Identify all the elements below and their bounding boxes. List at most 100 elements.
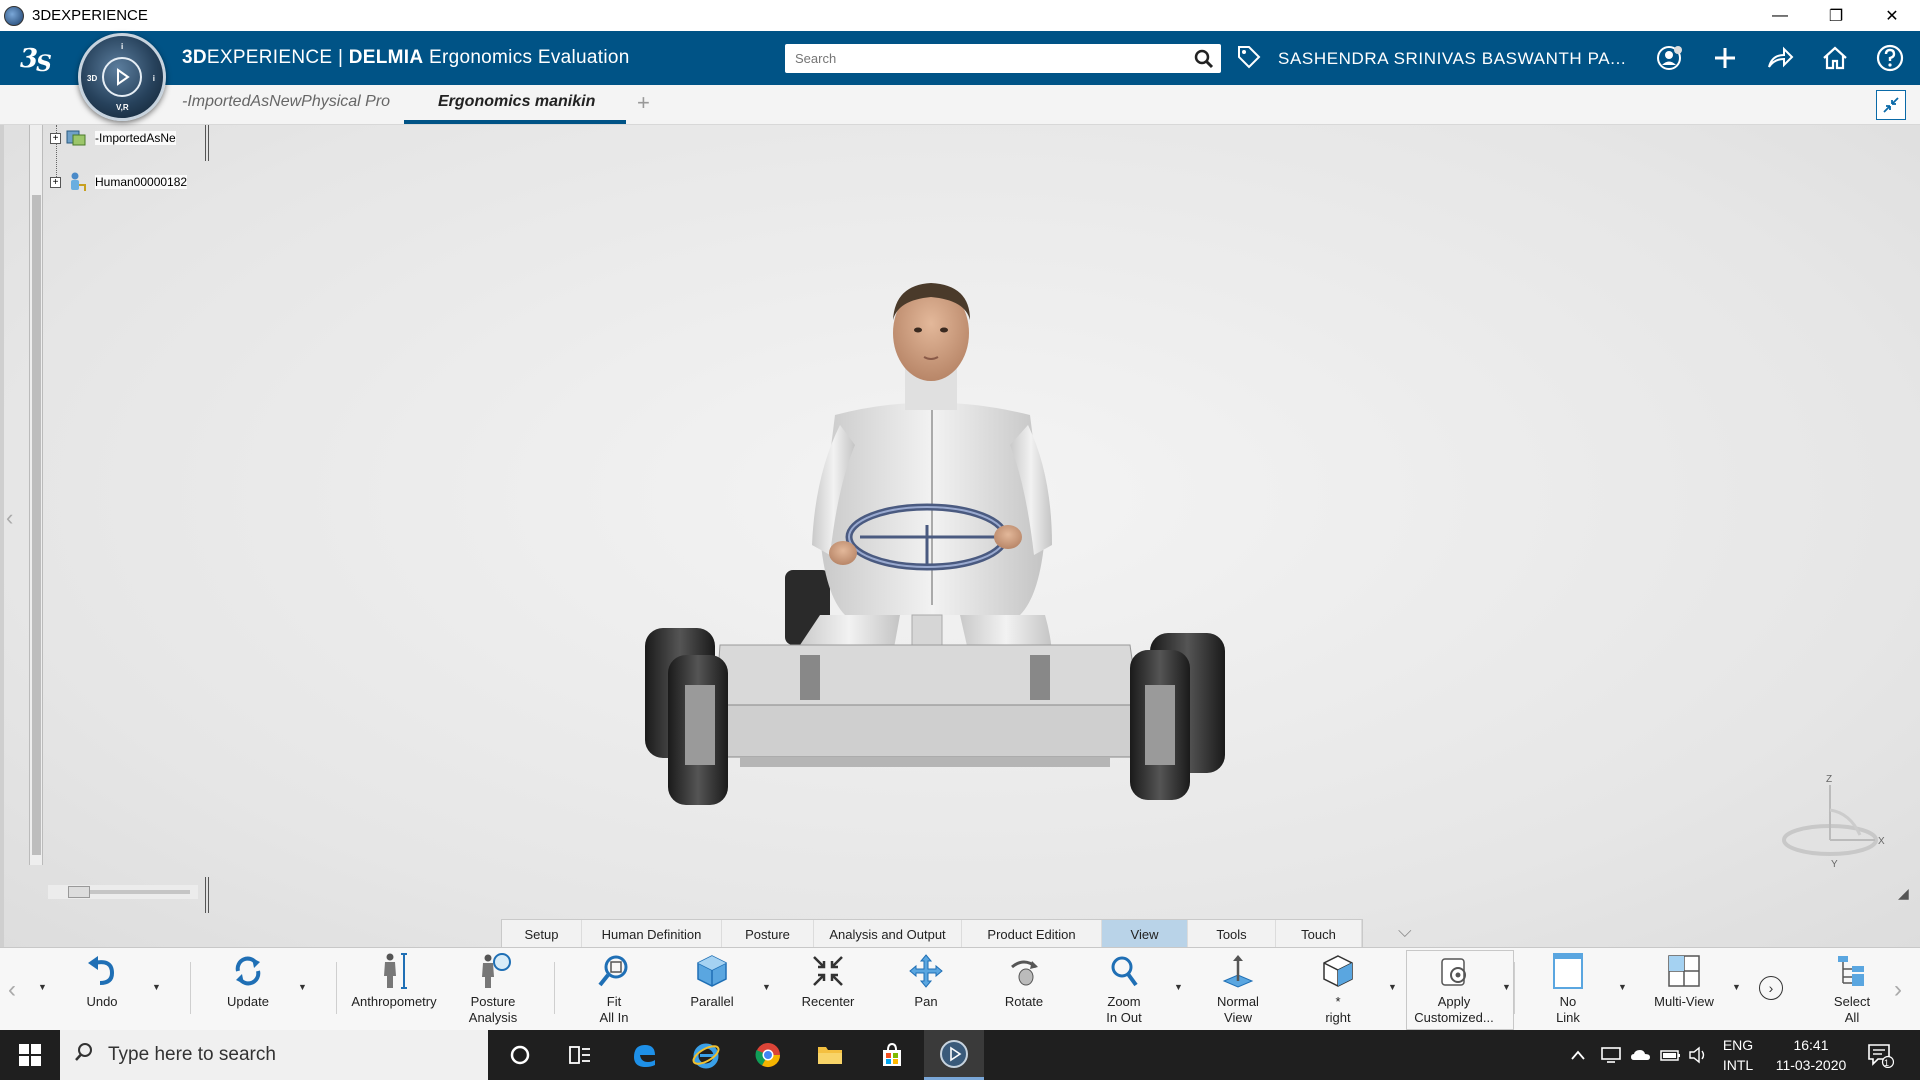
help-icon[interactable]: [1873, 41, 1907, 75]
posture-analysis-button[interactable]: Posture Analysis: [460, 952, 526, 1026]
normal-view-icon: [1222, 955, 1254, 988]
chevron-down-icon[interactable]: ⌵: [1398, 921, 1412, 942]
zoom-in-out-button[interactable]: Zoom In Out: [1094, 952, 1154, 1026]
window-title: 3DEXPERIENCE: [32, 7, 148, 24]
tab-ergonomics-manikin[interactable]: Ergonomics manikin: [438, 93, 595, 111]
section-tab-analysis-output[interactable]: Analysis and Output: [814, 920, 962, 948]
section-tab-setup[interactable]: Setup: [502, 920, 582, 948]
apply-customized-label: Apply Customized...: [1414, 994, 1494, 1025]
chevron-down-icon[interactable]: ▼: [152, 982, 161, 992]
add-tab-icon[interactable]: +: [637, 90, 650, 116]
collapse-icon[interactable]: [1876, 90, 1906, 120]
tray-chevron-up-icon[interactable]: [1570, 1030, 1586, 1080]
tag-icon[interactable]: [1236, 44, 1262, 76]
edge-browser-icon[interactable]: [614, 1030, 674, 1080]
actionbar-scroll-right-icon[interactable]: ›: [1894, 976, 1902, 1004]
restore-button[interactable]: ❐: [1808, 0, 1864, 31]
parallel-button[interactable]: Parallel: [682, 952, 742, 1010]
normal-view-button[interactable]: Normal View: [1208, 952, 1268, 1026]
apply-customized-button[interactable]: Apply Customized...: [1406, 952, 1502, 1026]
language-indicator[interactable]: ENG INTL: [1716, 1035, 1760, 1075]
multi-view-icon: [1668, 955, 1700, 987]
compass-label-bottom: V,R: [116, 103, 129, 112]
window-controls: — ❐ ✕: [1752, 0, 1920, 31]
display-icon[interactable]: [1600, 1030, 1622, 1080]
clock[interactable]: 16:41 11-03-2020: [1766, 1035, 1856, 1075]
resize-grip-icon[interactable]: ◢: [1898, 885, 1909, 902]
section-tab-product-edition[interactable]: Product Edition: [962, 920, 1102, 948]
section-tab-touch[interactable]: Touch: [1276, 920, 1362, 948]
chevron-down-icon[interactable]: ▼: [298, 982, 307, 992]
tab-imported-physical-product[interactable]: -ImportedAsNewPhysical Pro: [182, 93, 390, 111]
actionbar-scroll-left-icon[interactable]: ‹: [8, 976, 16, 1004]
toolbar-separator: [554, 962, 555, 1014]
fit-all-in-icon: [598, 955, 628, 987]
chevron-down-icon[interactable]: ▼: [1502, 982, 1511, 992]
chevron-down-icon[interactable]: ▼: [38, 982, 47, 992]
close-button[interactable]: ✕: [1864, 0, 1920, 31]
anthropometry-button[interactable]: Anthropometry: [346, 952, 442, 1010]
dassault-systemes-logo[interactable]: 3 S: [18, 39, 60, 77]
pan-button[interactable]: Pan: [896, 952, 956, 1010]
section-tab-tools[interactable]: Tools: [1188, 920, 1276, 948]
user-profile-icon[interactable]: [1653, 41, 1687, 75]
rotate-label: Rotate: [1004, 994, 1044, 1009]
svg-text:S: S: [36, 51, 52, 77]
3d-viewport[interactable]: ‹ + -ImportedAsNe + Human00000182 Z X Y …: [0, 125, 1920, 947]
zoom-in-out-label: Zoom In Out: [1106, 994, 1142, 1025]
kart-manikin-model[interactable]: [0, 125, 1920, 947]
right-view-button[interactable]: * right: [1308, 952, 1368, 1026]
fit-all-in-button[interactable]: Fit All In: [584, 952, 644, 1026]
compass-label-right: i: [152, 74, 155, 83]
user-name[interactable]: SASHENDRA SRINIVAS BASWANTH PA...: [1278, 49, 1626, 69]
windows-taskbar: Type here to search ENG INTL 16:41 11-03…: [0, 1030, 1920, 1080]
recenter-button[interactable]: Recenter: [796, 952, 860, 1010]
no-link-label: No Link: [1556, 994, 1580, 1025]
internet-explorer-icon[interactable]: [676, 1030, 736, 1080]
search-icon[interactable]: [1187, 44, 1221, 73]
search-input[interactable]: [785, 44, 1187, 73]
multi-view-button[interactable]: Multi-View: [1644, 952, 1724, 1010]
start-button[interactable]: [0, 1030, 60, 1080]
update-button[interactable]: Update: [218, 952, 278, 1010]
chevron-down-icon[interactable]: ▼: [1174, 982, 1183, 992]
chevron-down-icon[interactable]: ▼: [1618, 982, 1627, 992]
undo-button[interactable]: Undo: [72, 952, 132, 1010]
undo-icon: [88, 956, 115, 985]
task-view-icon[interactable]: [550, 1030, 610, 1080]
chevron-down-icon[interactable]: ▼: [762, 982, 771, 992]
play-icon[interactable]: [102, 57, 142, 97]
language-line-2: INTL: [1722, 1057, 1754, 1073]
store-icon[interactable]: [862, 1030, 922, 1080]
minimize-button[interactable]: —: [1752, 0, 1808, 31]
3dexperience-taskbar-icon[interactable]: [924, 1030, 984, 1080]
file-explorer-icon[interactable]: [800, 1030, 860, 1080]
add-icon[interactable]: [1708, 41, 1742, 75]
select-all-button[interactable]: Select All: [1822, 952, 1882, 1026]
chevron-down-icon[interactable]: ▼: [1732, 982, 1741, 992]
chrome-icon[interactable]: [738, 1030, 798, 1080]
no-link-button[interactable]: No Link: [1538, 952, 1598, 1026]
share-icon[interactable]: [1763, 41, 1797, 75]
chevron-down-icon[interactable]: ▼: [1388, 982, 1397, 992]
section-tab-posture[interactable]: Posture: [722, 920, 814, 948]
battery-icon[interactable]: [1660, 1030, 1682, 1080]
taskbar-search[interactable]: Type here to search: [60, 1030, 488, 1080]
axis-triad[interactable]: Z X Y: [1770, 765, 1890, 875]
section-tab-view[interactable]: View: [1102, 920, 1188, 948]
compass-widget[interactable]: i 3D i V,R: [78, 33, 166, 121]
volume-icon[interactable]: [1688, 1030, 1710, 1080]
section-tab-human-definition[interactable]: Human Definition: [582, 920, 722, 948]
no-link-icon: [1553, 953, 1583, 989]
cortana-icon[interactable]: [490, 1030, 550, 1080]
chevron-right-icon[interactable]: ›: [1759, 976, 1783, 1000]
rotate-button[interactable]: Rotate: [994, 952, 1054, 1010]
fit-all-in-label: Fit All In: [599, 994, 629, 1025]
notifications-icon[interactable]: 1: [1866, 1030, 1894, 1080]
kart-front-bumper: [709, 704, 1151, 758]
search-icon: [74, 1042, 94, 1068]
toolbar-separator: [336, 962, 337, 1014]
home-icon[interactable]: [1818, 41, 1852, 75]
language-line-1: ENG: [1722, 1037, 1754, 1053]
onedrive-icon[interactable]: [1630, 1030, 1652, 1080]
